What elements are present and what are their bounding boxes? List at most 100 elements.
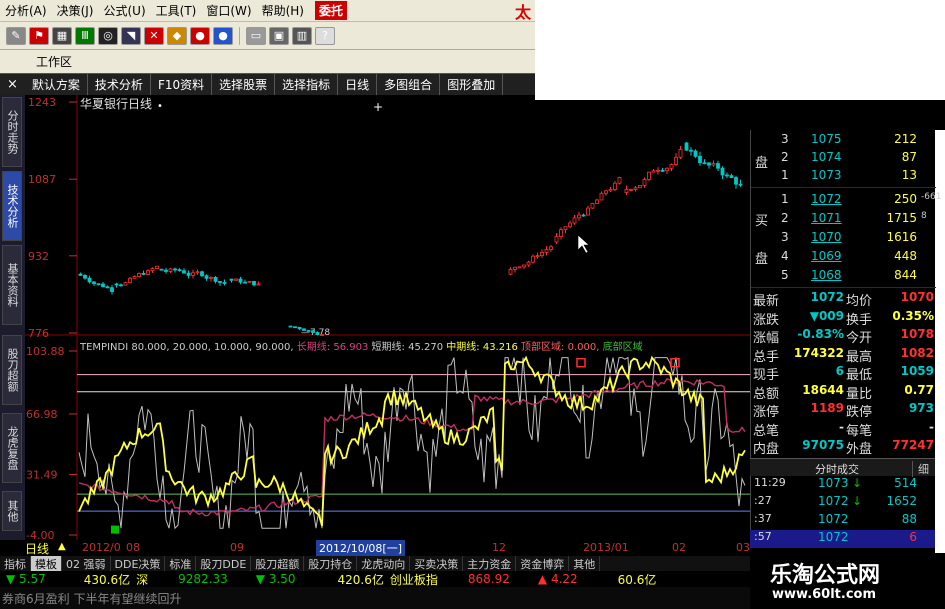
default-scheme-button[interactable]: 默认方案 bbox=[25, 74, 88, 95]
stock-title: 华夏银行日线 bbox=[80, 95, 152, 112]
megaphone-icon[interactable]: ◥ bbox=[121, 26, 141, 45]
tab-main-funds[interactable]: 主力资金 bbox=[463, 556, 517, 571]
tab-longhu-trend[interactable]: 龙虎动向 bbox=[357, 556, 411, 571]
tab-standard[interactable]: 标准 bbox=[165, 556, 197, 571]
overlay-button[interactable]: 图形叠加 bbox=[440, 74, 504, 95]
red-link-icon[interactable]: ● bbox=[190, 26, 210, 45]
down-arrow-icon: ↓ bbox=[852, 494, 863, 508]
trade-row: :57 1072 6 bbox=[750, 530, 935, 548]
bid-row: 5 1068 844 bbox=[751, 268, 936, 285]
ask-volume: 13 bbox=[901, 168, 917, 182]
diamond-icon[interactable]: ◆ bbox=[167, 26, 187, 45]
entrust-button[interactable]: 委托 bbox=[314, 1, 347, 20]
date-label: 08 bbox=[126, 541, 140, 554]
bid-side-label: 买 bbox=[755, 214, 769, 229]
select-indicator-button[interactable]: 选择指标 bbox=[275, 74, 339, 95]
tab-dde-decision[interactable]: DDE决策 bbox=[111, 556, 166, 571]
tab-gudao-excess[interactable]: 股刀超额 bbox=[2, 335, 22, 405]
tab-template[interactable]: 模板 bbox=[31, 556, 62, 571]
candle-body bbox=[656, 169, 660, 172]
indicator-lines bbox=[78, 355, 746, 534]
blue-link-icon[interactable]: ● bbox=[213, 26, 233, 45]
tab-fund-game[interactable]: 资金博弈 bbox=[516, 556, 570, 571]
trade-price: 1072 bbox=[818, 494, 849, 508]
help-cursor-icon[interactable]: ? bbox=[315, 26, 335, 45]
trade-volume: 1652 bbox=[886, 494, 917, 508]
tab-other[interactable]: 其他 bbox=[2, 491, 22, 531]
tab-fundamentals[interactable]: 基本资料 bbox=[2, 245, 22, 325]
kline-chart[interactable]: 12431087932776 —7 78 • + 103.8866.9831.49-… bbox=[25, 95, 750, 540]
tab-technical[interactable]: 技术分析 bbox=[2, 171, 22, 241]
tech-analysis-button[interactable]: 技术分析 bbox=[88, 74, 151, 95]
menu-tools[interactable]: 工具(T) bbox=[151, 2, 202, 19]
close-icon[interactable]: × bbox=[0, 77, 25, 92]
daily-line-button[interactable]: 日线 bbox=[338, 74, 378, 95]
trade-row: :37 1072 88 bbox=[750, 512, 935, 530]
x-icon[interactable]: ✕ bbox=[144, 26, 164, 45]
candles-group: • + bbox=[78, 100, 743, 336]
trade-price: 1072 bbox=[818, 512, 849, 526]
news-text[interactable]: 券商6月盈利 下半年有望继续回升 bbox=[2, 590, 181, 607]
menu-help[interactable]: 帮助(H) bbox=[257, 2, 309, 19]
pen-icon[interactable]: ✎ bbox=[6, 26, 26, 45]
candle-body bbox=[128, 277, 132, 284]
bars-icon[interactable]: Ⅲ bbox=[75, 26, 95, 45]
tab-gudao-excess[interactable]: 股刀超额 bbox=[251, 556, 305, 571]
stat-label: 总笔 bbox=[753, 423, 780, 439]
trade-header-title[interactable]: 分时成交 bbox=[815, 461, 859, 477]
short-line-value: 45.270 bbox=[408, 342, 444, 353]
tab-buy-sell[interactable]: 买卖决策 bbox=[410, 556, 464, 571]
bid-price: 1072 bbox=[811, 192, 842, 206]
price-tick-label: 932 bbox=[28, 250, 49, 263]
candle-body bbox=[642, 179, 647, 186]
tab-gudao-holding[interactable]: 股刀持仓 bbox=[304, 556, 358, 571]
books-icon[interactable]: ▥ bbox=[292, 26, 312, 45]
bid-volume: 1616 bbox=[886, 230, 917, 244]
menu-formula[interactable]: 公式(U) bbox=[98, 2, 150, 19]
news-ticker[interactable]: 券商6月盈利 下半年有望继续回升 bbox=[0, 587, 750, 609]
binoculars-icon[interactable]: ◎ bbox=[98, 26, 118, 45]
candle-body bbox=[554, 236, 559, 243]
candle-body bbox=[101, 283, 105, 288]
watermark: 乐淘公式网 www.60lt.com bbox=[750, 553, 945, 609]
candle-body bbox=[535, 255, 540, 257]
indicator-params: 80.000, 20.000, 10.000, 90.000, bbox=[131, 342, 294, 353]
stat-row: 涨幅 -0.83% 今开 1078 bbox=[751, 327, 936, 346]
sz-amount: 420.6亿 bbox=[337, 572, 384, 587]
candle-body bbox=[665, 167, 669, 172]
candle-body bbox=[238, 278, 243, 283]
menu-analysis[interactable]: 分析(A) bbox=[0, 2, 52, 19]
trade-detail-tab[interactable]: 细 bbox=[912, 461, 929, 477]
tab-strength[interactable]: 02 强弱 bbox=[62, 556, 111, 571]
stat-value: - bbox=[929, 419, 934, 434]
stat-value: 1070 bbox=[900, 290, 934, 304]
candle-body bbox=[711, 163, 716, 166]
tab-gudao-dde[interactable]: 股刀DDE bbox=[196, 556, 252, 571]
select-stock-button[interactable]: 选择股票 bbox=[212, 74, 276, 95]
red-flag-icon[interactable]: ⚑ bbox=[29, 26, 49, 45]
tab-longhu[interactable]: 龙虎复盘 bbox=[2, 413, 22, 483]
window-icon[interactable]: ▣ bbox=[269, 26, 289, 45]
grid-icon[interactable]: ▦ bbox=[52, 26, 72, 45]
bid-row: 2 1071 1715 8 bbox=[751, 211, 936, 228]
workspace-label[interactable]: 工作区 bbox=[36, 53, 72, 70]
multi-chart-button[interactable]: 多图组合 bbox=[377, 74, 441, 95]
period-indicator: 日线 bbox=[25, 542, 50, 556]
tab-others[interactable]: 其他 bbox=[569, 556, 601, 571]
note-icon[interactable]: ▭ bbox=[246, 26, 266, 45]
candle-body bbox=[568, 222, 572, 228]
divider bbox=[751, 287, 936, 288]
stat-label: 涨幅 bbox=[753, 331, 780, 346]
f10-button[interactable]: F10资料 bbox=[151, 74, 213, 95]
mid-line-value: 43.216 bbox=[482, 342, 518, 353]
stock-name: 华夏银行 bbox=[80, 97, 129, 111]
ask-price: 1074 bbox=[811, 150, 842, 164]
menu-decision[interactable]: 决策(J) bbox=[52, 2, 99, 19]
long-line-value: 56.903 bbox=[333, 342, 369, 353]
bid-level: 1 bbox=[781, 192, 789, 206]
tab-indicator[interactable]: 指标 bbox=[0, 556, 31, 571]
menu-window[interactable]: 窗口(W) bbox=[201, 2, 256, 19]
tab-intraday[interactable]: 分时走势 bbox=[2, 97, 22, 167]
ask-row: 2 1074 87 bbox=[751, 150, 936, 167]
sh-amount: 430.6亿 bbox=[83, 572, 131, 587]
